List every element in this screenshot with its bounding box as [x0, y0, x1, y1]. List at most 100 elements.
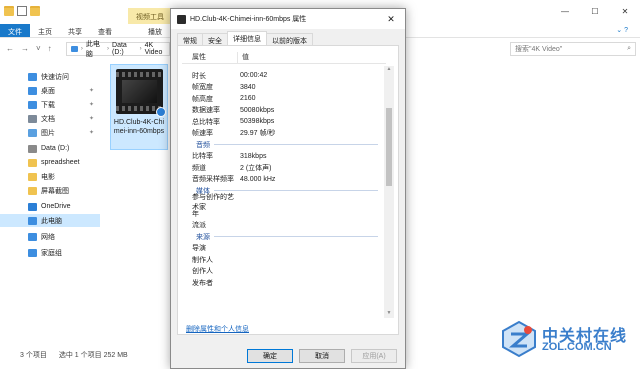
property-row[interactable]: 音频采样频率 48.000 kHz: [182, 174, 382, 186]
dialog-buttons: 确定 取消 应用(A): [247, 349, 397, 363]
sidebar-item[interactable]: 电影: [0, 170, 100, 183]
property-row[interactable]: 年: [182, 208, 382, 220]
property-row[interactable]: 帧速率 29.97 帧/秒: [182, 128, 382, 140]
sidebar-item[interactable]: 图片 ✦: [0, 126, 100, 139]
pin-icon[interactable]: ✦: [89, 129, 94, 136]
tab-home[interactable]: 主页: [30, 24, 60, 37]
property-row[interactable]: 流派: [182, 220, 382, 232]
remove-properties-link[interactable]: 删除属性和个人信息: [186, 324, 249, 334]
property-row[interactable]: 制作人: [182, 254, 382, 266]
tab-play[interactable]: 播放: [140, 24, 170, 37]
sidebar-item[interactable]: 网络: [0, 230, 100, 243]
tab-view[interactable]: 查看: [90, 24, 120, 37]
close-icon[interactable]: ✕: [377, 9, 405, 29]
apply-button[interactable]: 应用(A): [351, 349, 397, 363]
onedrive-icon: [28, 202, 37, 211]
pin-icon[interactable]: ✦: [89, 87, 94, 94]
up-icon[interactable]: ↑: [48, 44, 52, 53]
file-name-label: HD.Club-4K-Chimei-inn-60mbps: [113, 119, 165, 135]
sidebar-item[interactable]: 家庭组: [0, 246, 100, 259]
desktop-icon: [28, 86, 37, 95]
sidebar-item[interactable]: 下载 ✦: [0, 98, 100, 111]
back-icon[interactable]: ←: [6, 44, 14, 53]
property-name: 帧高度: [192, 95, 213, 103]
download-icon: [28, 100, 37, 109]
cancel-button[interactable]: 取消: [299, 349, 345, 363]
property-name: 导演: [192, 245, 206, 253]
property-name: 发布者: [192, 279, 213, 287]
sidebar-item[interactable]: spreadsheet: [0, 156, 100, 169]
sidebar-item[interactable]: 文档 ✦: [0, 112, 100, 125]
close-icon[interactable]: ✕: [610, 0, 640, 22]
maximize-icon[interactable]: ☐: [580, 0, 610, 22]
pin-icon[interactable]: ✦: [89, 101, 94, 108]
property-row[interactable]: 总比特率 50398kbps: [182, 116, 382, 128]
pin-icon[interactable]: ✦: [89, 115, 94, 122]
network-icon: [28, 232, 37, 241]
sidebar-item[interactable]: 快速访问: [0, 70, 100, 83]
breadcrumb-folder[interactable]: 4K Video: [145, 42, 169, 56]
help-icon[interactable]: ⌄ ?: [616, 24, 628, 37]
column-value[interactable]: 值: [238, 52, 249, 63]
search-input[interactable]: 搜索"4K Video" ⌕: [510, 42, 636, 56]
property-row[interactable]: 数据速率 50080kbps: [182, 105, 382, 117]
tab-details[interactable]: 详细信息: [227, 31, 267, 45]
minimize-icon[interactable]: —: [550, 0, 580, 22]
property-row[interactable]: 帧宽度 3840: [182, 82, 382, 94]
forward-icon[interactable]: →: [21, 44, 29, 53]
sidebar-item[interactable]: 屏幕截图: [0, 184, 100, 197]
property-name: 年: [192, 210, 199, 218]
tab-general[interactable]: 常规: [177, 33, 203, 45]
property-row[interactable]: 频道 2 (立体声): [182, 162, 382, 174]
sidebar-item[interactable]: Data (D:): [0, 142, 100, 155]
breadcrumb-drive[interactable]: Data (D:): [112, 42, 137, 56]
group-label: 来源: [196, 233, 210, 241]
breadcrumb-this-pc[interactable]: 此电脑: [86, 39, 104, 59]
property-row[interactable]: 帧高度 2160: [182, 93, 382, 105]
property-row[interactable]: 导演: [182, 243, 382, 255]
property-row[interactable]: 参与创作的艺术家: [182, 194, 382, 211]
folder-icon[interactable]: [4, 6, 14, 16]
ok-button[interactable]: 确定: [247, 349, 293, 363]
column-property[interactable]: 属性: [182, 52, 238, 63]
scroll-down-icon[interactable]: ▼: [384, 310, 394, 318]
navigation-buttons: ← → ˅ ↑: [6, 44, 52, 53]
scroll-up-icon[interactable]: ▲: [384, 66, 394, 74]
address-bar[interactable]: › 此电脑 › Data (D:) › 4K Video: [66, 39, 170, 59]
sidebar-item[interactable]: 桌面 ✦: [0, 84, 100, 97]
property-value: 2160: [240, 95, 256, 103]
pc-icon: [28, 216, 37, 225]
quick-access-toolbar: [4, 6, 40, 16]
property-row[interactable]: 比特率 318kbps: [182, 151, 382, 163]
tab-security[interactable]: 安全: [202, 33, 228, 45]
sidebar-item-label: 快速访问: [41, 73, 69, 81]
property-row[interactable]: 发布者: [182, 277, 382, 289]
property-name: 总比特率: [192, 118, 220, 126]
sidebar-item[interactable]: 此电脑: [0, 214, 100, 227]
video-file-item[interactable]: HD.Club-4K-Chimei-inn-60mbps: [110, 64, 168, 150]
homegroup-icon: [28, 248, 37, 257]
property-list-scrollbar[interactable]: ▲ ▼: [384, 66, 394, 318]
tab-file[interactable]: 文件: [0, 24, 30, 37]
scrollbar-thumb[interactable]: [386, 108, 392, 186]
properties-icon[interactable]: [17, 6, 27, 16]
property-row[interactable]: 时长 00:00:42: [182, 70, 382, 82]
property-row[interactable]: 创作人: [182, 266, 382, 278]
video-tools-context-tab[interactable]: 视频工具: [128, 8, 172, 24]
sidebar-item-label: 网络: [41, 233, 55, 241]
sidebar-item-label: Data (D:): [41, 145, 70, 152]
tab-previous-versions[interactable]: 以前的版本: [266, 33, 313, 45]
sidebar-item-label: 图片: [41, 129, 55, 137]
folder-icon: [28, 186, 37, 195]
property-value: 50080kbps: [240, 106, 275, 114]
chevron-down-icon[interactable]: ˅: [36, 44, 41, 53]
new-folder-icon[interactable]: [30, 6, 40, 16]
properties-dialog: HD.Club-4K-Chimei-inn-60mbps 属性 ✕ 常规 安全 …: [170, 8, 406, 369]
property-list[interactable]: 时长 00:00:42 帧宽度 3840 帧高度 2160 数据速率 50080kbps 总比特…: [182, 70, 382, 318]
sidebar-item-label: 下载: [41, 101, 55, 109]
details-panel: 属性 值 时长 00:00:42 帧宽度 3840 帧高度 2160 数据速率 50080kb…: [177, 45, 399, 335]
dialog-tabs: 常规 安全 详细信息 以前的版本: [177, 31, 313, 45]
tab-share[interactable]: 共享: [60, 24, 90, 37]
property-name: 数据速率: [192, 107, 220, 115]
sidebar-item[interactable]: OneDrive: [0, 200, 100, 213]
